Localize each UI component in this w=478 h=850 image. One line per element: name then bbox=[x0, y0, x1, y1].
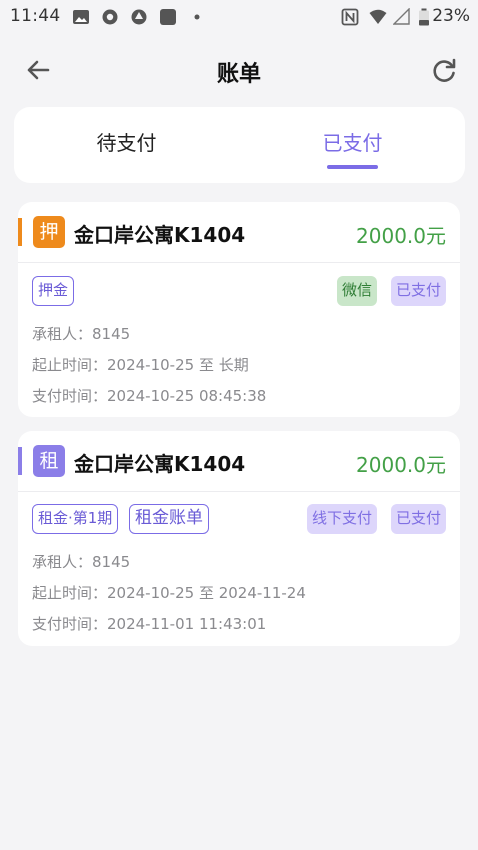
property-name: 金口岸公寓K1404 bbox=[74, 452, 246, 476]
payment-method-tag: 微信 bbox=[336, 276, 377, 306]
tenant-info: 承租人：8145 bbox=[32, 553, 131, 571]
period-info: 起止时间：2024-10-25 至 长期 bbox=[32, 356, 249, 374]
payment-status-tag: 已支付 bbox=[390, 504, 446, 534]
paid-time-info: 支付时间：2024-10-25 08:45:38 bbox=[32, 387, 267, 405]
tenant-info: 承租人：8145 bbox=[32, 325, 131, 343]
record-icon bbox=[102, 9, 118, 25]
aperture-icon bbox=[131, 9, 147, 25]
header: 账单 bbox=[0, 40, 478, 100]
tab-pending-label: 待支付 bbox=[96, 131, 157, 155]
divider bbox=[18, 262, 460, 263]
dot-icon bbox=[194, 14, 200, 20]
bill-card[interactable]: 租 金口岸公寓K1404 2000.0元 租金·第1期 租金账单 线下支付 已支… bbox=[18, 431, 460, 646]
nfc-icon bbox=[341, 8, 359, 26]
status-time: 11:44 bbox=[10, 6, 61, 26]
battery-icon bbox=[419, 8, 429, 26]
status-bar: 11:44 23% bbox=[0, 0, 478, 34]
property-name: 金口岸公寓K1404 bbox=[74, 223, 246, 247]
bill-amount: 2000.0元 bbox=[356, 453, 446, 477]
tab-pending[interactable]: 待支付 bbox=[14, 107, 239, 183]
refresh-button[interactable] bbox=[428, 54, 460, 86]
bill-card[interactable]: 押 金口岸公寓K1404 2000.0元 押金 微信 已支付 承租人：8145 … bbox=[18, 202, 460, 417]
payment-method-tag: 线下支付 bbox=[306, 504, 377, 534]
signal-icon bbox=[393, 8, 410, 25]
paid-time-info: 支付时间：2024-11-01 11:43:01 bbox=[32, 615, 267, 633]
app-icon bbox=[160, 9, 176, 25]
bill-type-tag: 租金·第1期 bbox=[32, 504, 119, 534]
image-icon bbox=[73, 10, 89, 24]
page-title: 账单 bbox=[216, 62, 261, 87]
bill-type-tag: 押金 bbox=[32, 276, 75, 306]
bill-card-header: 押 金口岸公寓K1404 2000.0元 bbox=[18, 202, 460, 262]
tab-paid[interactable]: 已支付 bbox=[240, 107, 465, 183]
tab-bar: 待支付 已支付 bbox=[14, 107, 465, 183]
tab-paid-label: 已支付 bbox=[322, 131, 383, 155]
accent-bar bbox=[18, 447, 22, 475]
accent-bar bbox=[18, 218, 22, 246]
deposit-badge: 押 bbox=[33, 216, 65, 248]
period-info: 起止时间：2024-10-25 至 2024-11-24 bbox=[32, 584, 306, 602]
divider bbox=[18, 491, 460, 492]
battery-percent: 23% bbox=[432, 6, 470, 26]
bill-card-header: 租 金口岸公寓K1404 2000.0元 bbox=[18, 431, 460, 491]
bill-amount: 2000.0元 bbox=[356, 224, 446, 248]
rent-bill-tag: 租金账单 bbox=[129, 504, 209, 534]
rent-badge: 租 bbox=[33, 445, 65, 477]
payment-status-tag: 已支付 bbox=[390, 276, 446, 306]
tab-active-indicator bbox=[327, 165, 378, 169]
wifi-icon bbox=[369, 9, 387, 24]
